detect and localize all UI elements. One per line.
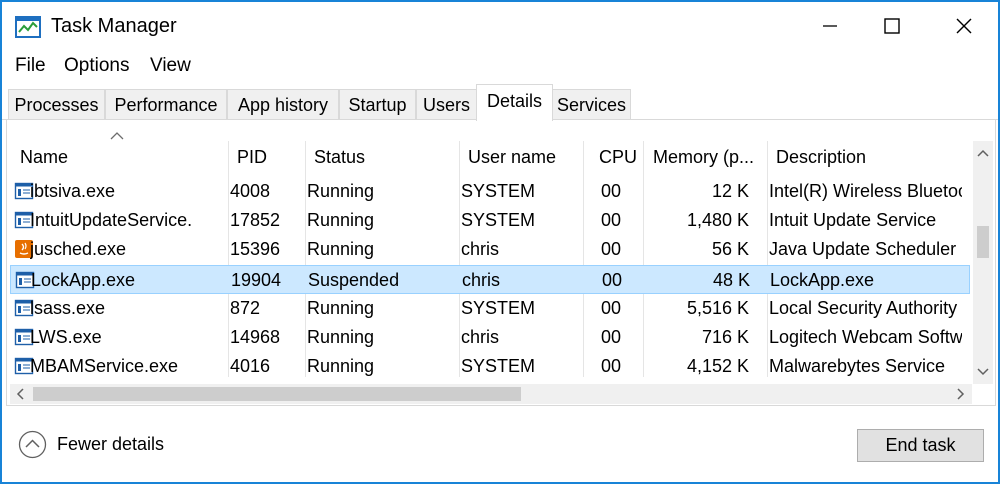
chevron-left-icon [16,388,24,400]
process-status: Suspended [308,269,400,290]
column-header-description[interactable]: Description [776,147,866,168]
process-user: chris [461,239,500,260]
tab-users[interactable]: Users [416,89,477,120]
chevron-up-icon [977,149,989,157]
table-row[interactable]: jusched.exe 15396 Running chris 00 56 K Java U… [10,235,970,264]
process-memory: 12 K [711,181,749,201]
process-description: Logitech Webcam Softw [769,327,962,347]
table-row[interactable]: LWS.exe 14968 Running chris 00 716 K Logitech … [10,323,970,352]
process-cpu: 00 [600,239,621,260]
table-row[interactable]: LockApp.exe 19904 Suspended chris 00 48 K Lock… [10,264,970,294]
process-pid: 4016 [230,356,271,377]
column-header-user-name[interactable]: User name [468,147,556,168]
fewer-details-label: Fewer details [57,434,165,454]
process-memory: 1,480 K [686,210,749,231]
process-name: IntuitUpdateService. [30,210,193,231]
tab-details[interactable]: Details [476,84,553,121]
menu-options[interactable]: Options [64,55,129,77]
sort-ascending-icon[interactable] [110,132,124,140]
process-cpu: 00 [601,269,622,290]
process-cpu: 00 [600,181,621,201]
task-manager-icon [15,16,41,38]
process-pid: 17852 [230,210,281,231]
tab-processes[interactable]: Processes [8,89,105,120]
column-header-cpu[interactable]: CPU [599,147,637,168]
close-icon [956,18,972,34]
process-description: Intel(R) Wireless Bluetoo [769,181,962,201]
menu-bar: File Options View [2,50,998,82]
close-button[interactable] [927,2,998,50]
vertical-scroll-thumb[interactable] [977,226,989,258]
process-cpu: 00 [600,297,621,318]
table-row[interactable]: lsass.exe 872 Running SYSTEM 00 5,516 K Local … [10,294,970,323]
scroll-down-button[interactable] [974,363,992,381]
process-name: ibtsiva.exe [30,181,116,201]
tab-startup[interactable]: Startup [339,89,416,120]
process-pid: 4008 [230,181,271,201]
process-pid: 15396 [230,239,281,260]
process-memory: 716 K [701,327,749,347]
maximize-icon [884,18,900,34]
process-description: Local Security Authority [769,297,958,318]
process-name: LWS.exe [30,327,102,347]
process-pid: 19904 [231,269,282,290]
column-header-status[interactable]: Status [314,147,365,168]
tab-app-history[interactable]: App history [227,89,339,120]
column-header-memory[interactable]: Memory (p... [653,147,754,168]
column-header-pid[interactable]: PID [237,147,267,168]
process-cpu: 00 [600,356,621,377]
process-status: Running [307,327,375,347]
process-description: Java Update Scheduler [769,239,957,260]
process-name: jusched.exe [30,239,127,260]
process-status: Running [307,181,375,201]
tab-strip: Processes Performance App history Startu… [2,82,998,122]
process-status: Running [307,356,375,377]
chevron-down-icon [977,368,989,376]
process-description: Malwarebytes Service [769,356,946,377]
process-user: SYSTEM [461,297,536,318]
title-bar[interactable]: Task Manager [2,2,998,50]
process-memory: 4,152 K [686,356,749,377]
minimize-icon [823,25,837,27]
vertical-scrollbar[interactable] [973,141,993,384]
process-status: Running [307,239,375,260]
process-pid: 872 [230,297,261,318]
process-description: Intuit Update Service [769,210,937,231]
table-row[interactable]: ibtsiva.exe 4008 Running SYSTEM 00 12 K Intel(… [10,177,970,206]
scroll-up-button[interactable] [974,144,992,162]
process-pid: 14968 [230,327,281,347]
task-manager-window: Task Manager File Options View Processes… [0,0,1000,484]
process-status: Running [307,210,375,231]
maximize-button[interactable] [855,2,929,50]
menu-file[interactable]: File [15,55,46,77]
process-cpu: 00 [600,210,621,231]
process-memory: 56 K [711,239,749,260]
process-user: chris [462,269,501,290]
end-task-button[interactable]: End task [857,429,984,462]
window-title: Task Manager [51,15,177,37]
process-name: LockApp.exe [31,269,136,290]
tab-performance[interactable]: Performance [105,89,227,120]
process-user: SYSTEM [461,210,536,231]
process-user: SYSTEM [461,181,536,201]
chevron-up-circle-icon [18,430,47,459]
process-name: lsass.exe [30,297,106,318]
scroll-right-button[interactable] [952,385,970,403]
process-status: Running [307,297,375,318]
scroll-left-button[interactable] [11,385,29,403]
menu-view[interactable]: View [150,55,191,77]
process-memory: 5,516 K [686,297,749,318]
process-user: SYSTEM [461,356,536,377]
process-cpu: 00 [600,327,621,347]
process-description: LockApp.exe [770,269,875,290]
table-row[interactable]: IntuitUpdateService. 17852 Running SYSTEM 00… [10,206,970,235]
process-memory: 48 K [712,269,750,290]
tab-services[interactable]: Services [552,89,631,120]
process-name: MBAMService.exe [30,356,179,377]
process-user: chris [461,327,500,347]
horizontal-scroll-thumb[interactable] [33,387,521,401]
chevron-right-icon [957,388,965,400]
table-row[interactable]: MBAMService.exe 4016 Running SYSTEM 00 4,152 … [10,352,970,381]
column-header-name[interactable]: Name [20,147,68,168]
